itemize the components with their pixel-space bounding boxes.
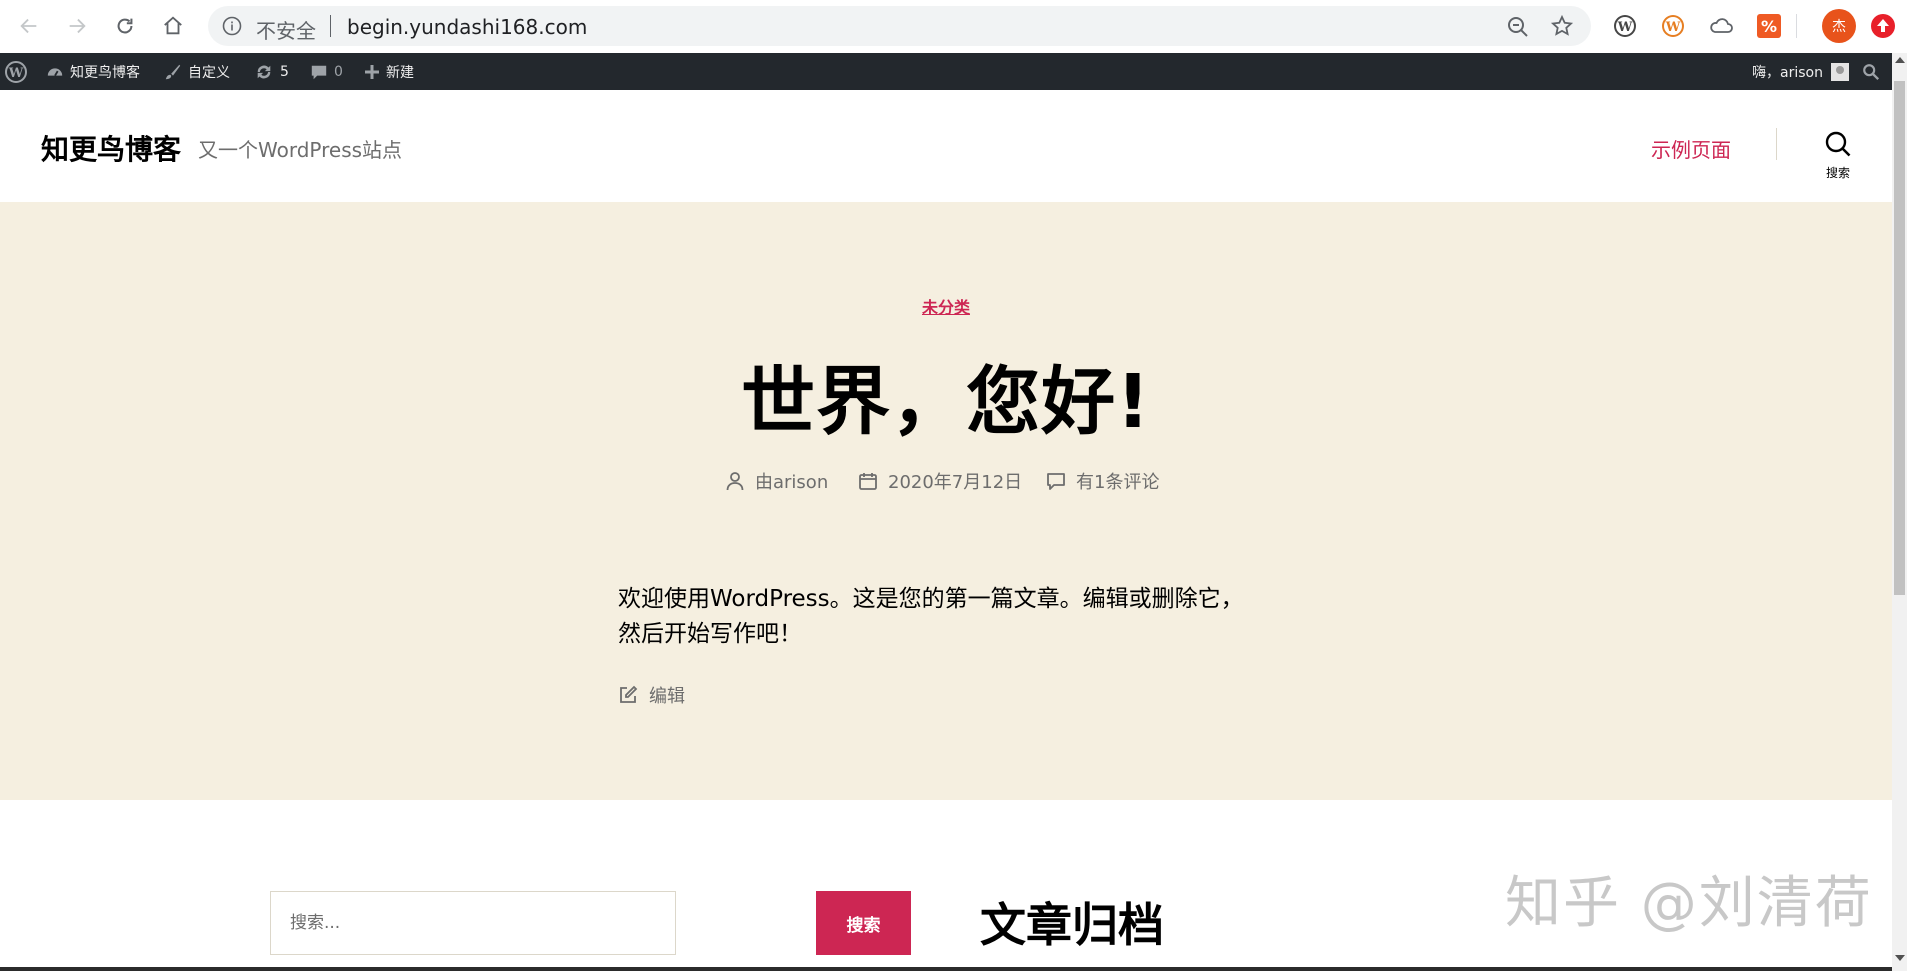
- forward-button[interactable]: [62, 11, 92, 41]
- customize-label: 自定义: [188, 64, 230, 81]
- home-icon: [164, 16, 182, 35]
- post-date[interactable]: 2020年7月12日: [858, 466, 1022, 496]
- profile-avatar[interactable]: 杰: [1822, 9, 1856, 43]
- nav-link-sample-page[interactable]: 示例页面: [1651, 134, 1731, 163]
- date-text: 2020年7月12日: [888, 472, 1023, 493]
- wordpress-logo-icon: W: [5, 60, 27, 83]
- svg-text:W: W: [1665, 20, 1681, 35]
- post-title[interactable]: 世界，您好!: [0, 342, 1892, 449]
- post-author[interactable]: 由arison: [725, 466, 828, 496]
- scroll-down-arrow-icon[interactable]: [1895, 955, 1905, 961]
- watermark: 知乎 @刘清荷: [1505, 871, 1873, 936]
- edit-post-link[interactable]: 编辑: [618, 682, 685, 708]
- bottom-edge: [0, 967, 1892, 971]
- adminbar-search[interactable]: [1862, 53, 1880, 90]
- wordpress-extension-icon[interactable]: W: [1612, 13, 1638, 39]
- info-icon[interactable]: [222, 16, 242, 36]
- calendar-icon: [859, 473, 877, 490]
- scroll-up-arrow-icon[interactable]: [1895, 57, 1905, 63]
- author-text: 由arison: [755, 472, 829, 493]
- post-content: 欢迎使用WordPress。这是您的第一篇文章。编辑或删除它，然后开始写作吧！: [618, 586, 1244, 647]
- greeting-text: 嗨，arison: [1752, 64, 1823, 81]
- search-icon: [1825, 131, 1851, 157]
- bookmark-star-icon[interactable]: [1550, 14, 1574, 38]
- new-label: 新建: [386, 64, 414, 81]
- category-link[interactable]: 未分类: [922, 298, 970, 317]
- browser-toolbar: 不安全 begin.yundashi168.com W W % 杰: [0, 0, 1907, 54]
- address-bar[interactable]: 不安全 begin.yundashi168.com: [208, 6, 1591, 46]
- adminbar-account[interactable]: 嗨，arison: [1752, 53, 1849, 90]
- post-category: 未分类: [0, 294, 1892, 318]
- profile-initial: 杰: [1832, 19, 1846, 35]
- home-button[interactable]: [158, 11, 188, 41]
- search-placeholder: 搜索...: [290, 913, 341, 933]
- scrollbar-thumb[interactable]: [1894, 81, 1905, 595]
- header-search-toggle[interactable]: 搜索: [1810, 130, 1866, 181]
- edit-pencil-icon: [620, 685, 638, 703]
- divider: [1796, 14, 1797, 38]
- divider: [330, 15, 331, 37]
- update-arrow-icon[interactable]: [1870, 13, 1896, 39]
- svg-text:%: %: [1761, 17, 1777, 36]
- comment-icon: [1047, 473, 1065, 490]
- site-title[interactable]: 知更鸟博客: [41, 128, 181, 168]
- updates-count: 5: [280, 63, 289, 80]
- plus-icon: [365, 64, 379, 79]
- svg-text:W: W: [1617, 20, 1633, 35]
- arrow-left-icon: [20, 18, 37, 34]
- cloud-extension-icon[interactable]: [1708, 13, 1734, 39]
- arrow-right-icon: [69, 18, 86, 34]
- person-icon: [726, 472, 744, 491]
- widget-search-input[interactable]: 搜索...: [270, 891, 676, 955]
- security-status-text: 不安全: [256, 19, 316, 43]
- edit-label: 编辑: [649, 686, 685, 707]
- wp-logo-menu[interactable]: W: [4, 53, 28, 90]
- comments-text: 有1条评论: [1076, 472, 1160, 493]
- avatar: [1830, 62, 1849, 81]
- svg-text:W: W: [8, 66, 24, 81]
- site-name-label: 知更鸟博客: [70, 64, 140, 81]
- post-comments-link[interactable]: 有1条评论: [1046, 466, 1159, 496]
- adminbar-comments[interactable]: 0: [310, 53, 343, 90]
- reload-button[interactable]: [110, 11, 140, 41]
- wp-admin-bar: W 知更鸟博客 自定义 5 0 新建 嗨，arison: [0, 53, 1907, 90]
- search-icon: [1863, 63, 1880, 80]
- percent-extension-icon[interactable]: %: [1756, 13, 1782, 39]
- widget-search-button[interactable]: 搜索: [816, 891, 911, 955]
- dashboard-gauge-icon: [47, 67, 63, 76]
- reload-icon: [117, 18, 133, 34]
- archive-widget-title: 文章归档: [980, 898, 1164, 952]
- url-text[interactable]: begin.yundashi168.com: [347, 15, 587, 39]
- post-hero: 未分类 世界，您好! 由arison 2020年7月12日 有1条评论 欢迎使用…: [0, 202, 1892, 800]
- search-toggle-label: 搜索: [1825, 166, 1850, 180]
- page-scrollbar[interactable]: [1892, 53, 1907, 971]
- back-button[interactable]: [14, 11, 44, 41]
- updates-icon: [257, 65, 271, 78]
- zoom-icon[interactable]: [1506, 15, 1530, 39]
- divider: [1776, 128, 1777, 160]
- site-header: 知更鸟博客 又一个WordPress站点 示例页面 搜索: [0, 90, 1892, 202]
- adminbar-updates[interactable]: 5: [254, 53, 289, 90]
- comment-bubble-icon: [311, 65, 327, 79]
- adminbar-customize[interactable]: 自定义: [164, 53, 230, 90]
- adminbar-new[interactable]: 新建: [364, 53, 414, 90]
- comments-count: 0: [334, 63, 343, 80]
- site-description: 又一个WordPress站点: [198, 138, 403, 162]
- adminbar-site-name[interactable]: 知更鸟博客: [46, 53, 140, 90]
- paintbrush-icon: [165, 64, 181, 79]
- wordpress-orange-extension-icon[interactable]: W: [1660, 13, 1686, 39]
